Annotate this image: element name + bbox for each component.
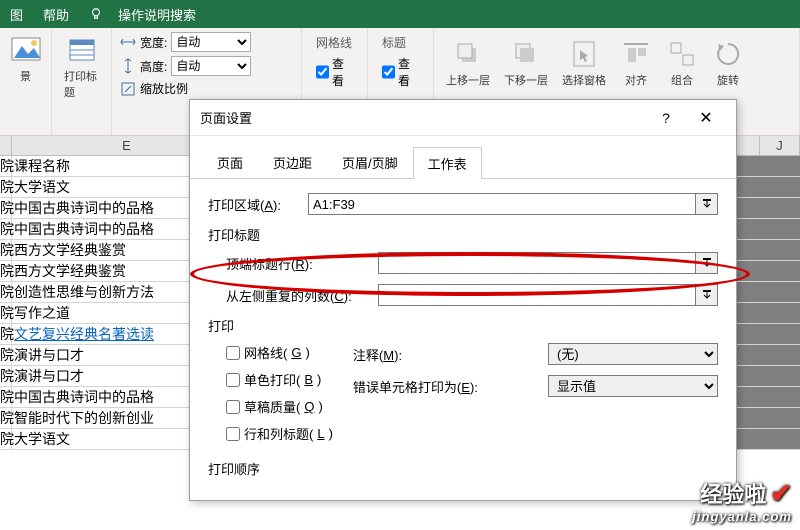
- send-backward-button: 下移一层: [500, 36, 552, 90]
- print-area-input[interactable]: [308, 193, 696, 215]
- print-titles-section: 打印标题: [208, 225, 718, 244]
- tell-me-search[interactable]: 操作说明搜索: [79, 5, 216, 24]
- collapse-icon: [702, 199, 712, 209]
- group-icon: [666, 38, 698, 70]
- align-icon: [620, 38, 652, 70]
- left-cols-label: 从左侧重复的列数(C):: [226, 286, 378, 305]
- dialog-tabs: 页面 页边距 页眉/页脚 工作表: [190, 136, 736, 179]
- errors-select[interactable]: 显示值: [548, 375, 718, 397]
- rotate-button: 旋转: [708, 36, 748, 90]
- print-section: 打印: [208, 316, 718, 335]
- headings-view-checkbox[interactable]: 查看: [382, 55, 419, 89]
- width-control: 宽度: 自动: [120, 32, 293, 52]
- gridlines-checkbox[interactable]: 网格线(G): [226, 343, 333, 362]
- print-titles-button[interactable]: 打印标题: [60, 32, 103, 102]
- dialog-titlebar: 页面设置 ? ✕: [190, 100, 736, 136]
- background-button[interactable]: 景: [8, 32, 43, 86]
- collapse-icon: [702, 290, 712, 300]
- dialog-title-text: 页面设置: [200, 108, 646, 127]
- watermark: 经验啦 ✔ jingyanla.com: [692, 477, 792, 524]
- send-backward-icon: [510, 38, 542, 70]
- bring-forward-icon: [452, 38, 484, 70]
- tab-sheet[interactable]: 工作表: [413, 147, 482, 179]
- print-titles-icon: [66, 34, 98, 66]
- print-area-label: 打印区域(A):: [208, 195, 308, 214]
- height-select[interactable]: 自动: [171, 56, 251, 76]
- tab-tu[interactable]: 图: [0, 5, 33, 24]
- rowcol-checkbox[interactable]: 行和列标题(L): [226, 424, 333, 443]
- tab-page[interactable]: 页面: [202, 146, 258, 178]
- selection-pane-button: 选择窗格: [558, 36, 610, 90]
- scale-control: 缩放比例: [120, 80, 293, 97]
- col-header-j[interactable]: J: [760, 136, 800, 155]
- ribbon-tab-bar: 图 帮助 操作说明搜索: [0, 0, 800, 28]
- bw-checkbox[interactable]: 单色打印(B): [226, 370, 333, 389]
- errors-label: 错误单元格打印为(E):: [353, 377, 548, 396]
- collapse-icon: [702, 258, 712, 268]
- height-icon: [120, 58, 136, 74]
- comments-select[interactable]: (无): [548, 343, 718, 365]
- height-control: 高度: 自动: [120, 56, 293, 76]
- top-rows-collapse-button[interactable]: [696, 252, 718, 274]
- tab-header-footer[interactable]: 页眉/页脚: [327, 146, 413, 178]
- gridlines-header: 网格线: [316, 34, 353, 51]
- gridlines-view-checkbox[interactable]: 查看: [316, 55, 353, 89]
- print-area-collapse-button[interactable]: [696, 193, 718, 215]
- selection-pane-icon: [568, 38, 600, 70]
- draft-checkbox[interactable]: 草稿质量(Q): [226, 397, 333, 416]
- checkmark-icon: ✔: [770, 478, 792, 509]
- tab-margins[interactable]: 页边距: [258, 146, 327, 178]
- print-order-section: 打印顺序: [208, 459, 718, 478]
- dialog-help-button[interactable]: ?: [646, 110, 686, 126]
- lightbulb-icon: [89, 7, 103, 21]
- dialog-close-button[interactable]: ✕: [686, 108, 726, 128]
- group-objects-button: 组合: [662, 36, 702, 90]
- headings-header: 标题: [382, 34, 419, 51]
- bring-forward-button: 上移一层: [442, 36, 494, 90]
- background-icon: [10, 34, 42, 66]
- width-icon: [120, 34, 136, 50]
- left-cols-input[interactable]: [378, 284, 696, 306]
- comments-label: 注释(M):: [353, 345, 548, 364]
- width-select[interactable]: 自动: [171, 32, 251, 52]
- left-cols-collapse-button[interactable]: [696, 284, 718, 306]
- tell-me-label: 操作说明搜索: [108, 5, 206, 24]
- scale-icon: [120, 81, 136, 97]
- tab-help[interactable]: 帮助: [33, 5, 79, 24]
- top-rows-input[interactable]: [378, 252, 696, 274]
- rotate-icon: [712, 38, 744, 70]
- top-rows-label: 顶端标题行(R):: [226, 254, 378, 273]
- align-button: 对齐: [616, 36, 656, 90]
- page-setup-dialog: 页面设置 ? ✕ 页面 页边距 页眉/页脚 工作表 打印区域(A): 打印标题 …: [189, 99, 737, 501]
